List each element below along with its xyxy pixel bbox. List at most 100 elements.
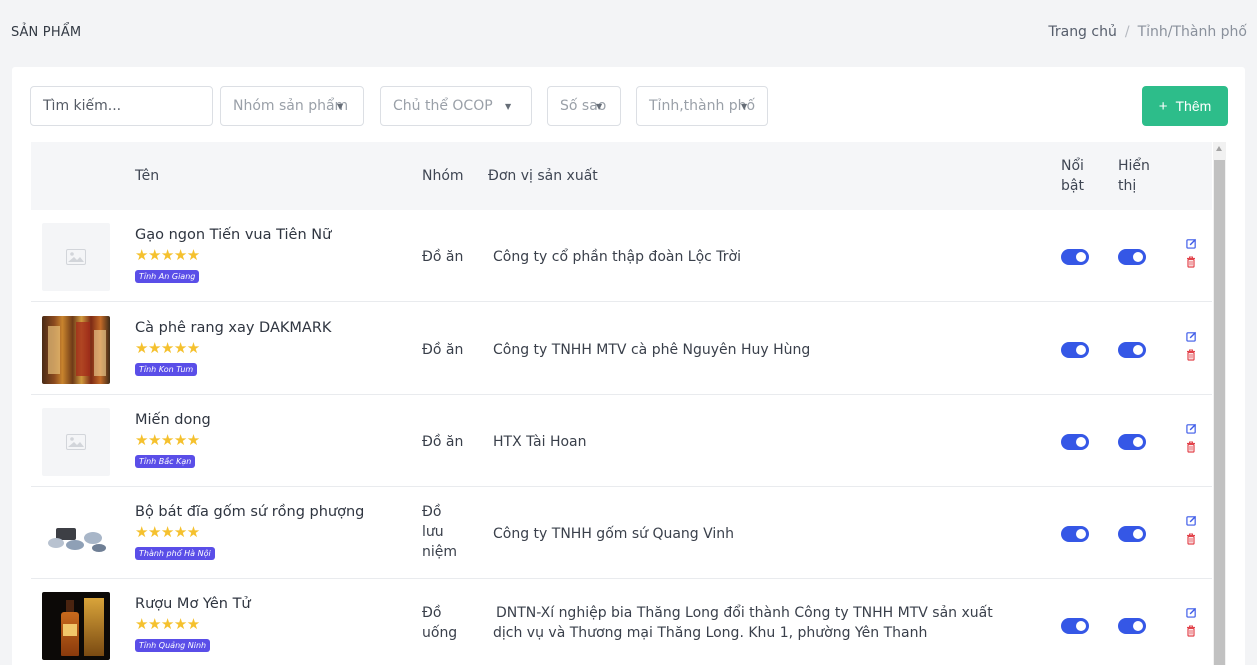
product-box-shape [94,330,106,376]
maker-line: Công ty cổ phần thập đoàn Lộc Trời [493,249,742,265]
page-title: SẢN PHẨM [11,25,82,40]
ceramic-bowl-shape [66,540,84,550]
product-group: Đồ ăn [422,432,463,452]
table-row[interactable]: Cà phê rang xay DAKMARK ★★★★★ Tỉnh Kon T… [31,303,1212,395]
table-row[interactable]: Rượu Mơ Yên Tử ★★★★★ Tỉnh Quảng Ninh Đồ … [31,579,1212,665]
product-table: Tên Nhóm Đơn vị sản xuất Nổi bật Hiển th… [31,142,1212,665]
chevron-down-icon: ▼ [505,102,512,111]
breadcrumb-current: Tỉnh/Thành phố [1137,24,1247,40]
table-row[interactable]: Gạo ngon Tiến vua Tiên Nữ ★★★★★ Tỉnh An … [31,210,1212,302]
group-select[interactable]: Nhóm sản phẩm ▼ [220,86,364,126]
delete-icon[interactable] [1184,348,1198,362]
page-header: SẢN PHẨM Trang chủ / Tỉnh/Thành phố [0,0,1257,66]
group-line: Đồ ăn [422,434,464,450]
image-placeholder-icon [42,408,110,476]
header-featured-1: Nổi [1061,158,1084,174]
product-image [42,592,110,660]
featured-toggle[interactable] [1061,618,1089,634]
header-featured-2: bật [1061,178,1084,194]
star-rating: ★★★★★ [135,339,200,357]
breadcrumb-home-link[interactable]: Trang chủ [1048,24,1116,40]
featured-toggle[interactable] [1061,249,1089,265]
product-name[interactable]: Cà phê rang xay DAKMARK [135,320,331,336]
edit-icon[interactable] [1184,421,1198,435]
delete-icon[interactable] [1184,624,1198,638]
province-badge: Tỉnh Bắc Kạn [135,455,196,468]
table-row[interactable]: Bộ bát đĩa gốm sứ rồng phượng ★★★★★ Thàn… [31,487,1212,579]
product-box-shape [48,326,60,374]
header-group: Nhóm [422,168,464,184]
delete-icon[interactable] [1184,532,1198,546]
star-rating: ★★★★★ [135,615,200,633]
scroll-up-arrow-icon[interactable] [1216,146,1222,151]
table-row[interactable]: Miến dong ★★★★★ Tỉnh Bắc Kạn Đồ ăn HTX T… [31,395,1212,487]
product-maker: Công ty TNHH MTV cà phê Nguyên Huy Hùng [493,340,810,360]
edit-icon[interactable] [1184,236,1198,250]
product-image [42,500,110,568]
header-maker: Đơn vị sản xuất [488,168,598,184]
product-maker: HTX Tài Hoan [493,432,587,452]
header-visible-2: thị [1118,178,1137,194]
delete-icon[interactable] [1184,440,1198,454]
group-line: niệm [422,544,458,560]
maker-line: Công ty TNHH gốm sứ Quang Vinh [493,526,735,542]
breadcrumb: Trang chủ / Tỉnh/Thành phố [1048,24,1247,40]
group-select-placeholder: Nhóm sản phẩm [233,98,349,114]
search-input[interactable]: Tìm kiếm... [30,86,213,126]
product-image [42,316,110,384]
visible-toggle[interactable] [1118,526,1146,542]
edit-icon[interactable] [1184,605,1198,619]
maker-line: HTX Tài Hoan [493,434,587,450]
delete-icon[interactable] [1184,255,1198,269]
group-line: Đồ [422,504,442,520]
product-name[interactable]: Gạo ngon Tiến vua Tiên Nữ [135,227,331,243]
plus-icon: + [1158,97,1168,115]
province-select[interactable]: Tỉnh,thành phố ▼ [636,86,768,126]
image-placeholder-icon [42,223,110,291]
group-line: uống [422,625,458,641]
chevron-down-icon: ▼ [596,102,603,111]
search-placeholder: Tìm kiếm... [43,98,122,114]
ceramic-bowl-shape [48,538,64,548]
visible-toggle[interactable] [1118,618,1146,634]
group-line: lưu [422,524,444,540]
group-line: Đồ ăn [422,342,464,358]
province-badge: Tỉnh Quảng Ninh [135,639,211,652]
product-group: Đồ lưu niệm [422,502,457,562]
ocop-select-placeholder: Chủ thể OCOP [393,98,493,114]
product-card: Tìm kiếm... Nhóm sản phẩm ▼ Chủ thể OCOP ▼… [12,67,1245,665]
product-name[interactable]: Miến dong [135,412,211,428]
visible-toggle[interactable] [1118,434,1146,450]
star-rating: ★★★★★ [135,431,200,449]
featured-toggle[interactable] [1061,526,1089,542]
maker-line: Công ty TNHH MTV cà phê Nguyên Huy Hùng [493,342,811,358]
table-header: Tên Nhóm Đơn vị sản xuất Nổi bật Hiển th… [31,142,1212,210]
featured-toggle[interactable] [1061,342,1089,358]
star-rating: ★★★★★ [135,523,200,541]
featured-toggle[interactable] [1061,434,1089,450]
star-rating: ★★★★★ [135,246,200,264]
product-name[interactable]: Bộ bát đĩa gốm sứ rồng phượng [135,504,364,520]
maker-line: dịch vụ và Thương mại Thăng Long. Khu 1,… [493,625,928,641]
stars-select[interactable]: Số sao ▼ [547,86,621,126]
header-visible-1: Hiển [1118,158,1150,174]
visible-toggle[interactable] [1118,342,1146,358]
province-badge: Tỉnh Kon Tum [135,363,198,376]
province-select-placeholder: Tỉnh,thành phố [649,98,756,114]
chevron-down-icon: ▼ [741,102,748,111]
edit-icon[interactable] [1184,329,1198,343]
product-maker: Công ty TNHH gốm sứ Quang Vinh [493,524,734,544]
table-scrollbar[interactable] [1213,142,1226,665]
province-badge: Tỉnh An Giang [135,270,200,283]
edit-icon[interactable] [1184,513,1198,527]
product-group: Đồ uống [422,603,457,643]
visible-toggle[interactable] [1118,249,1146,265]
product-name[interactable]: Rượu Mơ Yên Tử [135,596,251,612]
add-product-button[interactable]: + Thêm [1142,86,1228,126]
ocop-select[interactable]: Chủ thể OCOP ▼ [380,86,532,126]
product-maker: Công ty cổ phần thập đoàn Lộc Trời [493,247,741,267]
chevron-down-icon: ▼ [337,102,344,111]
maker-line: DNTN-Xí nghiệp bia Thăng Long đổi thành … [496,605,993,621]
scrollbar-thumb[interactable] [1214,160,1225,665]
product-box-shape [76,322,90,376]
